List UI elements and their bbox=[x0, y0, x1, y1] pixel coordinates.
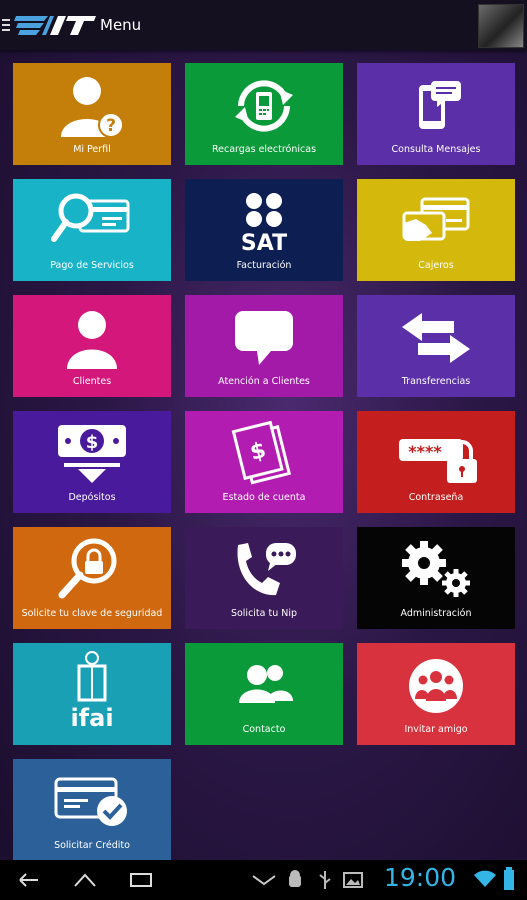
phone-refresh-icon bbox=[185, 71, 343, 141]
tile-sat-logo[interactable]: SAT Facturación bbox=[185, 179, 343, 281]
tile-profile-question[interactable]: ? Mi Perfil bbox=[13, 63, 171, 165]
tile-label: Cajeros bbox=[418, 260, 454, 271]
sat-logo-icon: SAT bbox=[185, 187, 343, 257]
tile-label: Transferencias bbox=[401, 376, 471, 387]
deposit-icon: $ bbox=[13, 419, 171, 489]
home-icon[interactable] bbox=[72, 871, 98, 889]
wifi-icon bbox=[474, 870, 496, 887]
android-debug-icon bbox=[289, 870, 301, 887]
tile-label: Clientes bbox=[72, 376, 112, 387]
tile-lock-search[interactable]: Solicite tu clave de seguridad bbox=[13, 527, 171, 629]
ifai-logo-icon: ifai bbox=[13, 647, 171, 733]
app-logo[interactable] bbox=[14, 12, 96, 38]
user-avatar[interactable] bbox=[478, 4, 524, 48]
tile-label: Solicita tu Nip bbox=[230, 608, 298, 619]
svg-text:****: **** bbox=[408, 442, 442, 461]
back-icon[interactable] bbox=[16, 871, 42, 889]
tile-phone-refresh[interactable]: Recargas electrónicas bbox=[185, 63, 343, 165]
battery-icon bbox=[504, 867, 514, 890]
credit-card-check-icon bbox=[13, 767, 171, 837]
svg-text:$: $ bbox=[86, 432, 99, 453]
action-bar: Menu bbox=[0, 0, 527, 50]
speech-bubble-icon bbox=[185, 303, 343, 373]
user-icon bbox=[13, 303, 171, 373]
statement-icon: $ bbox=[185, 419, 343, 489]
contacts-icon bbox=[185, 651, 343, 721]
tile-phone-chat[interactable]: Solicita tu Nip bbox=[185, 527, 343, 629]
svg-text:?: ? bbox=[106, 116, 116, 136]
tile-contacts[interactable]: Contacto bbox=[185, 643, 343, 745]
tile-label: Administración bbox=[400, 608, 472, 619]
card-hand-icon bbox=[357, 187, 515, 257]
tile-label: Estado de cuenta bbox=[222, 492, 306, 503]
tile-credit-card-check[interactable]: Solicitar Crédito bbox=[13, 759, 171, 861]
recent-apps-icon[interactable] bbox=[128, 871, 154, 889]
image-icon bbox=[343, 872, 363, 888]
arrows-exchange-icon bbox=[357, 303, 515, 373]
status-clock: 19:00 bbox=[384, 863, 457, 892]
tile-label: Atención a Clientes bbox=[218, 376, 310, 387]
phone-message-icon bbox=[357, 71, 515, 141]
gears-icon bbox=[357, 535, 515, 605]
menu-toggle-icon[interactable] bbox=[2, 19, 10, 31]
tile-card-search[interactable]: Pago de Servicios bbox=[13, 179, 171, 281]
tile-phone-message[interactable]: Consulta Mensajes bbox=[357, 63, 515, 165]
tile-group-invite[interactable]: Invitar amigo bbox=[357, 643, 515, 745]
tile-gears[interactable]: Administración bbox=[357, 527, 515, 629]
card-search-icon bbox=[13, 187, 171, 257]
tile-speech-bubble[interactable]: Atención a Clientes bbox=[185, 295, 343, 397]
tile-user[interactable]: Clientes bbox=[13, 295, 171, 397]
tile-label: Consulta Mensajes bbox=[391, 144, 481, 155]
tile-statement[interactable]: $ Estado de cuenta bbox=[185, 411, 343, 513]
tile-ifai-logo[interactable]: ifai bbox=[13, 643, 171, 745]
usb-icon bbox=[319, 871, 331, 889]
tile-password-lock[interactable]: **** Contraseña bbox=[357, 411, 515, 513]
svg-text:SAT: SAT bbox=[241, 231, 287, 255]
tile-label: Solicite tu clave de seguridad bbox=[21, 608, 163, 619]
lock-search-icon bbox=[13, 535, 171, 605]
tile-label: Facturación bbox=[236, 260, 292, 271]
chevron-down-icon[interactable] bbox=[250, 873, 278, 887]
tile-label: Solicitar Crédito bbox=[54, 840, 130, 851]
profile-question-icon: ? bbox=[13, 71, 171, 141]
tile-label: Contraseña bbox=[408, 492, 464, 503]
tile-label: Invitar amigo bbox=[404, 724, 468, 735]
tile-label: Depósitos bbox=[68, 492, 116, 503]
page-title: Menu bbox=[100, 16, 142, 34]
tile-deposit[interactable]: $ Depósitos bbox=[13, 411, 171, 513]
password-lock-icon: **** bbox=[357, 419, 515, 489]
tile-card-hand[interactable]: Cajeros bbox=[357, 179, 515, 281]
tile-label: Recargas electrónicas bbox=[211, 144, 317, 155]
phone-chat-icon bbox=[185, 535, 343, 605]
tile-label: Contacto bbox=[242, 724, 286, 735]
tile-label: Pago de Servicios bbox=[50, 260, 134, 271]
tile-label: Mi Perfil bbox=[73, 144, 111, 155]
group-invite-icon bbox=[357, 651, 515, 721]
tile-arrows-exchange[interactable]: Transferencias bbox=[357, 295, 515, 397]
svg-text:ifai: ifai bbox=[70, 704, 113, 730]
